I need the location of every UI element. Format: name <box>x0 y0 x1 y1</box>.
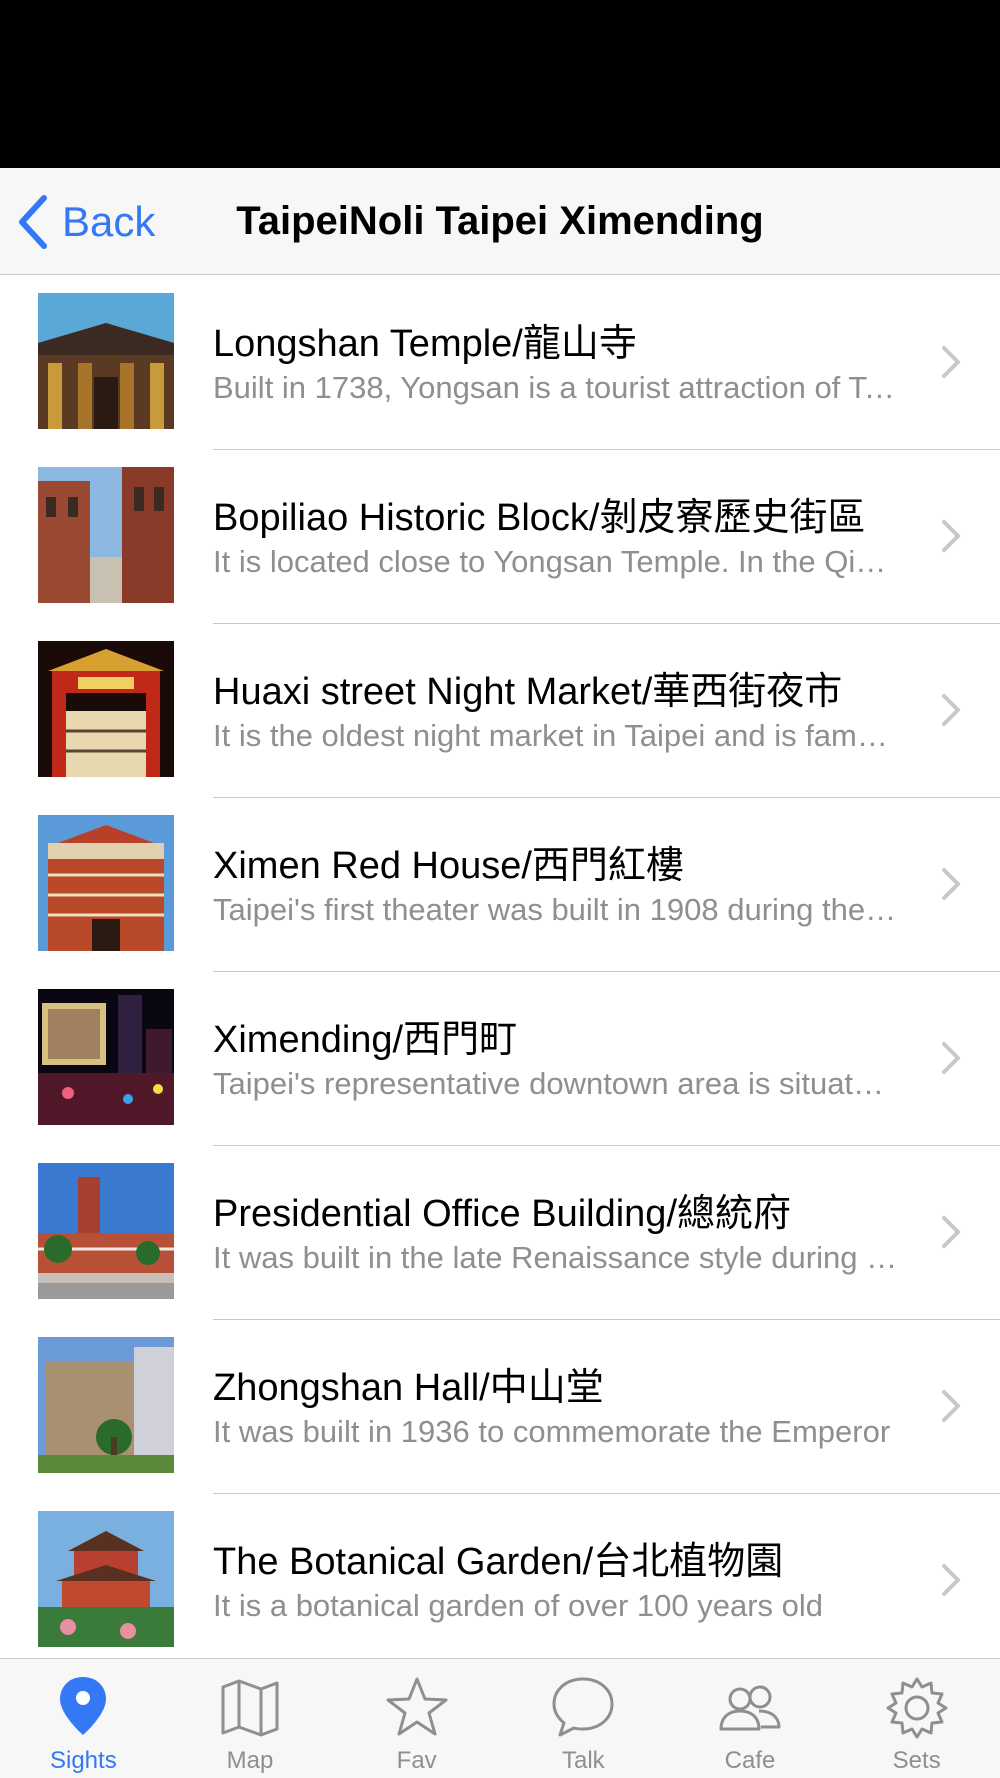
list-item[interactable]: Longshan Temple/龍山寺 Built in 1738, Yongs… <box>0 276 1000 450</box>
sight-title: Bopiliao Historic Block/剝皮寮歷史街區 <box>213 497 866 539</box>
chevron-right-icon <box>942 1216 960 1248</box>
sight-description: It was built in the late Renaissance sty… <box>213 1240 898 1275</box>
chevron-right-icon <box>942 1564 960 1596</box>
people-icon <box>719 1685 781 1731</box>
list-item[interactable]: Huaxi street Night Market/華西街夜市 It is th… <box>0 624 1000 798</box>
sight-title: Huaxi street Night Market/華西街夜市 <box>213 671 843 713</box>
chevron-right-icon <box>942 694 960 726</box>
thumbnail-image <box>38 1511 174 1647</box>
list-item[interactable]: The Botanical Garden/台北植物園 It is a botan… <box>0 1494 1000 1658</box>
tab-talk[interactable]: Talk <box>500 1659 667 1778</box>
tab-label: Fav <box>396 1747 437 1774</box>
chevron-right-icon <box>942 1390 960 1422</box>
sight-description: Built in 1738, Yongsan is a tourist attr… <box>213 370 898 405</box>
tab-map[interactable]: Map <box>167 1659 334 1778</box>
sight-title: Ximending/西門町 <box>213 1019 518 1061</box>
thumbnail-image <box>38 1163 174 1299</box>
chevron-right-icon <box>942 520 960 552</box>
sight-title: The Botanical Garden/台北植物園 <box>213 1541 784 1583</box>
sight-description: It was built in 1936 to commemorate the … <box>213 1414 891 1449</box>
sight-title: Ximen Red House/西門紅樓 <box>213 845 684 887</box>
chevron-right-icon <box>942 346 960 378</box>
list-item[interactable]: Ximen Red House/西門紅樓 Taipei's first thea… <box>0 798 1000 972</box>
tab-label: Talk <box>562 1747 605 1774</box>
map-pin-icon <box>60 1677 107 1735</box>
thumbnail-image <box>38 293 174 429</box>
gear-icon <box>886 1677 948 1739</box>
navigation-bar: Back TaipeiNoli Taipei Ximending <box>0 168 1000 275</box>
status-bar <box>0 0 1000 168</box>
list-item[interactable]: Zhongshan Hall/中山堂 It was built in 1936 … <box>0 1320 1000 1494</box>
tab-cafe[interactable]: Cafe <box>667 1659 834 1778</box>
sight-description: It is located close to Yongsan Temple. I… <box>213 544 898 579</box>
sights-list: Longshan Temple/龍山寺 Built in 1738, Yongs… <box>0 276 1000 1658</box>
sight-description: Taipei's first theater was built in 1908… <box>213 892 898 927</box>
sight-description: It is the oldest night market in Taipei … <box>213 718 898 753</box>
thumbnail-image <box>38 1337 174 1473</box>
sight-description: Taipei's representative downtown area is… <box>213 1066 898 1101</box>
thumbnail-image <box>38 989 174 1125</box>
thumbnail-image <box>38 641 174 777</box>
chevron-right-icon <box>942 868 960 900</box>
thumbnail-image <box>38 815 174 951</box>
tab-label: Sets <box>892 1747 941 1774</box>
page-title: TaipeiNoli Taipei Ximending <box>236 199 764 243</box>
list-item[interactable]: Bopiliao Historic Block/剝皮寮歷史街區 It is lo… <box>0 450 1000 624</box>
list-item[interactable]: Presidential Office Building/總統府 It was … <box>0 1146 1000 1320</box>
tab-fav[interactable]: Fav <box>333 1659 500 1778</box>
tab-label: Sights <box>49 1747 117 1774</box>
sight-title: Presidential Office Building/總統府 <box>213 1193 791 1235</box>
star-icon <box>386 1677 448 1736</box>
list-item[interactable]: Ximending/西門町 Taipei's representative do… <box>0 972 1000 1146</box>
tab-label: Map <box>226 1747 274 1774</box>
tab-label: Cafe <box>724 1747 776 1774</box>
map-icon <box>221 1679 279 1737</box>
chevron-right-icon <box>942 1042 960 1074</box>
sight-title: Zhongshan Hall/中山堂 <box>213 1367 604 1409</box>
tab-sights[interactable]: Sights <box>0 1659 167 1778</box>
chat-bubble-icon <box>552 1677 614 1737</box>
sight-title: Longshan Temple/龍山寺 <box>213 323 637 365</box>
tab-sets[interactable]: Sets <box>833 1659 1000 1778</box>
sight-description: It is a botanical garden of over 100 yea… <box>213 1588 824 1623</box>
tab-bar: Sights Map Fav Talk Cafe Sets <box>0 1658 1000 1778</box>
thumbnail-image <box>38 467 174 603</box>
